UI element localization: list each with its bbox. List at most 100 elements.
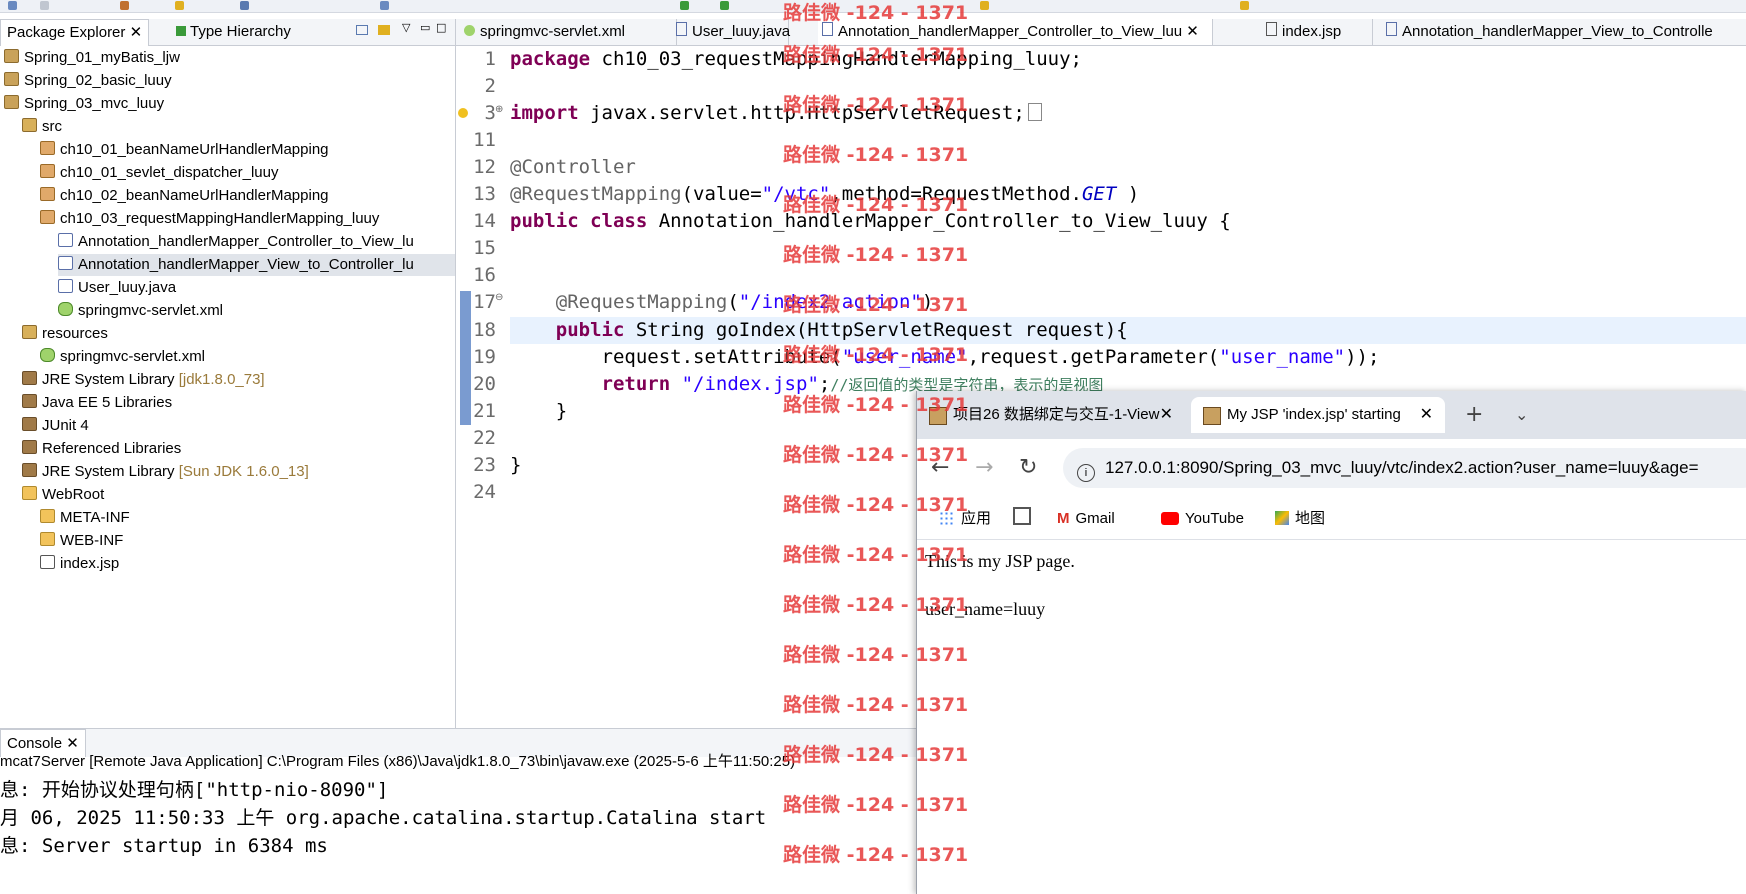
editor-tab-label: User_luuy.java [692, 23, 791, 40]
line-number: 23 [473, 454, 496, 476]
line-number: 11 [473, 129, 496, 151]
tree-item[interactable]: ch10_02_beanNameUrlHandlerMapping [40, 185, 329, 207]
line-number: 18 [473, 319, 496, 341]
bookmark-gmail[interactable]: M Gmail [1057, 499, 1115, 539]
bookmark-apps[interactable]: 应用 [939, 499, 991, 539]
code-token: ( [727, 291, 739, 313]
tree-item[interactable]: JRE System Library [Sun JDK 1.6.0_13] [22, 461, 309, 483]
console-line: 息: 开始协议处理句柄["http-nio-8090"] [0, 779, 389, 801]
browser-tab-title: My JSP 'index.jsp' starting pa [1227, 406, 1403, 423]
library-icon [22, 394, 37, 408]
tab-groups-icon[interactable] [1013, 499, 1031, 539]
folded-block-icon[interactable] [1027, 103, 1042, 121]
editor-tabs: springmvc-servlet.xml User_luuy.java Ann… [456, 19, 1746, 46]
tree-item[interactable]: ch10_01_sevlet_dispatcher_luuy [40, 162, 279, 184]
browser-tab-title: 项目26 数据绑定与交互-1-View [953, 406, 1160, 423]
tree-item[interactable]: Java EE 5 Libraries [22, 392, 172, 414]
code-token: Annotation_handlerMapper_Controller_to_V… [647, 210, 1231, 232]
view-menu-icon[interactable]: ▽ [402, 21, 410, 34]
browser-tab-1[interactable]: 项目26 数据绑定与交互-1-View ✕ [917, 397, 1185, 433]
tree-item-label: User_luuy.java [78, 279, 177, 296]
youtube-icon [1161, 512, 1179, 525]
console-header: mcat7Server [Remote Java Application] C:… [0, 753, 796, 770]
tree-item-suffix: [Sun JDK 1.6.0_13] [178, 463, 309, 480]
tab-search-icon[interactable]: ⌄ [1515, 400, 1528, 430]
editor-tab-view-to-controller[interactable]: Annotation_handlerMapper_View_to_Control… [1382, 19, 1742, 45]
toolbar-icon[interactable] [175, 1, 184, 10]
tree-item[interactable]: Spring_03_mvc_luuy [4, 93, 164, 115]
toolbar-icon[interactable] [240, 1, 249, 10]
back-icon[interactable]: ← [931, 453, 949, 483]
tree-item[interactable]: index.jsp [40, 553, 119, 575]
tree-item-label: springmvc-servlet.xml [60, 348, 206, 365]
code-line: request.setAttribute("user_name",request… [510, 344, 1380, 371]
toolbar-icon[interactable] [8, 1, 17, 10]
folder-icon [40, 509, 55, 523]
bookmark-maps[interactable]: 地图 [1275, 499, 1325, 539]
tab-package-explorer[interactable]: Package Explorer ✕ [0, 19, 150, 46]
tree-item[interactable]: springmvc-servlet.xml [58, 300, 223, 322]
editor-tab-label: Annotation_handlerMapper_Controller_to_V… [838, 23, 1199, 40]
site-info-icon[interactable]: i [1077, 464, 1095, 482]
code-line: @Controller [510, 156, 636, 178]
toolbar-icon[interactable] [380, 1, 389, 10]
tree-item[interactable]: Annotation_handlerMapper_View_to_Control… [58, 254, 455, 276]
minimize-view-icon[interactable]: ▭ [420, 21, 430, 34]
code-token: public [510, 210, 579, 232]
editor-tab-index-jsp[interactable]: index.jsp [1262, 19, 1373, 45]
close-tab-icon[interactable]: ✕ [1420, 397, 1433, 433]
tree-item[interactable]: ch10_03_requestMappingHandlerMapping_luu… [40, 208, 379, 230]
tree-item[interactable]: User_luuy.java [58, 277, 176, 299]
tree-item[interactable]: JRE System Library [jdk1.8.0_73] [22, 369, 265, 391]
tree-item[interactable]: springmvc-servlet.xml [40, 346, 205, 368]
new-tab-icon[interactable]: + [1465, 400, 1483, 430]
tree-item[interactable]: src [22, 116, 62, 138]
tree-item[interactable]: Spring_02_basic_luuy [4, 70, 172, 92]
tree-item-label: Spring_02_basic_luuy [24, 72, 172, 89]
source-folder-icon [22, 118, 37, 132]
tree-item-label: Annotation_handlerMapper_Controller_to_V… [78, 233, 414, 250]
fold-icon[interactable]: ⊖ [495, 292, 503, 303]
code-line: @RequestMapping("/index2.action") [510, 289, 934, 316]
editor-tab-user-luuy[interactable]: User_luuy.java [672, 19, 791, 45]
code-token: return [510, 373, 671, 395]
tree-item-label: ch10_01_sevlet_dispatcher_luuy [60, 164, 279, 181]
editor-tab-springmvc-servlet[interactable]: springmvc-servlet.xml [460, 19, 677, 45]
toolbar-icon[interactable] [120, 1, 129, 10]
tree-item[interactable]: Annotation_handlerMapper_Controller_to_V… [58, 231, 414, 253]
bookmark-youtube[interactable]: YouTube [1161, 499, 1244, 539]
tree-item-label: META-INF [60, 509, 130, 526]
reload-icon[interactable]: ↻ [1019, 453, 1037, 483]
tree-item[interactable]: META-INF [40, 507, 130, 529]
minimize-icon[interactable] [356, 25, 368, 35]
browser-tab-2[interactable]: My JSP 'index.jsp' starting pa ✕ [1191, 397, 1445, 433]
tree-item[interactable]: Referenced Libraries [22, 438, 181, 460]
tree-item[interactable]: Spring_01_myBatis_ljw [4, 47, 180, 69]
tree-item[interactable]: WebRoot [22, 484, 104, 506]
address-bar[interactable]: i 127.0.0.1:8090/Spring_03_mvc_luuy/vtc/i… [1063, 448, 1746, 488]
editor-tab-controller-to-view[interactable]: Annotation_handlerMapper_Controller_to_V… [818, 19, 1213, 45]
toolbar-icon[interactable] [1240, 1, 1249, 10]
fold-icon[interactable]: ⊕ [495, 104, 503, 115]
tab-type-hierarchy[interactable]: Type Hierarchy [170, 19, 297, 45]
tree-item-label: JRE System Library [42, 371, 179, 388]
tree-item[interactable]: resources [22, 323, 108, 345]
toolbar-icon[interactable] [680, 1, 689, 10]
code-token: package [510, 48, 591, 70]
forward-icon[interactable]: → [975, 453, 993, 483]
tree-item[interactable]: ch10_01_beanNameUrlHandlerMapping [40, 139, 329, 161]
tree-item[interactable]: JUnit 4 [22, 415, 89, 437]
toolbar-icon[interactable] [720, 1, 729, 10]
close-tab-icon[interactable]: ✕ [1160, 397, 1173, 433]
code-line: public String goIndex(HttpServletRequest… [510, 317, 1128, 344]
maximize-view-icon[interactable]: □ [436, 21, 446, 34]
toolbar-icon[interactable] [980, 1, 989, 10]
link-editor-icon[interactable] [378, 25, 390, 35]
project-icon [4, 95, 19, 109]
toolbar-icon[interactable] [40, 1, 49, 10]
tree-item[interactable]: WEB-INF [40, 530, 123, 552]
code-line: package ch10_03_requestMappingHandlerMap… [510, 46, 1082, 73]
project-icon [4, 72, 19, 86]
editor-tab-label: springmvc-servlet.xml [480, 23, 626, 40]
